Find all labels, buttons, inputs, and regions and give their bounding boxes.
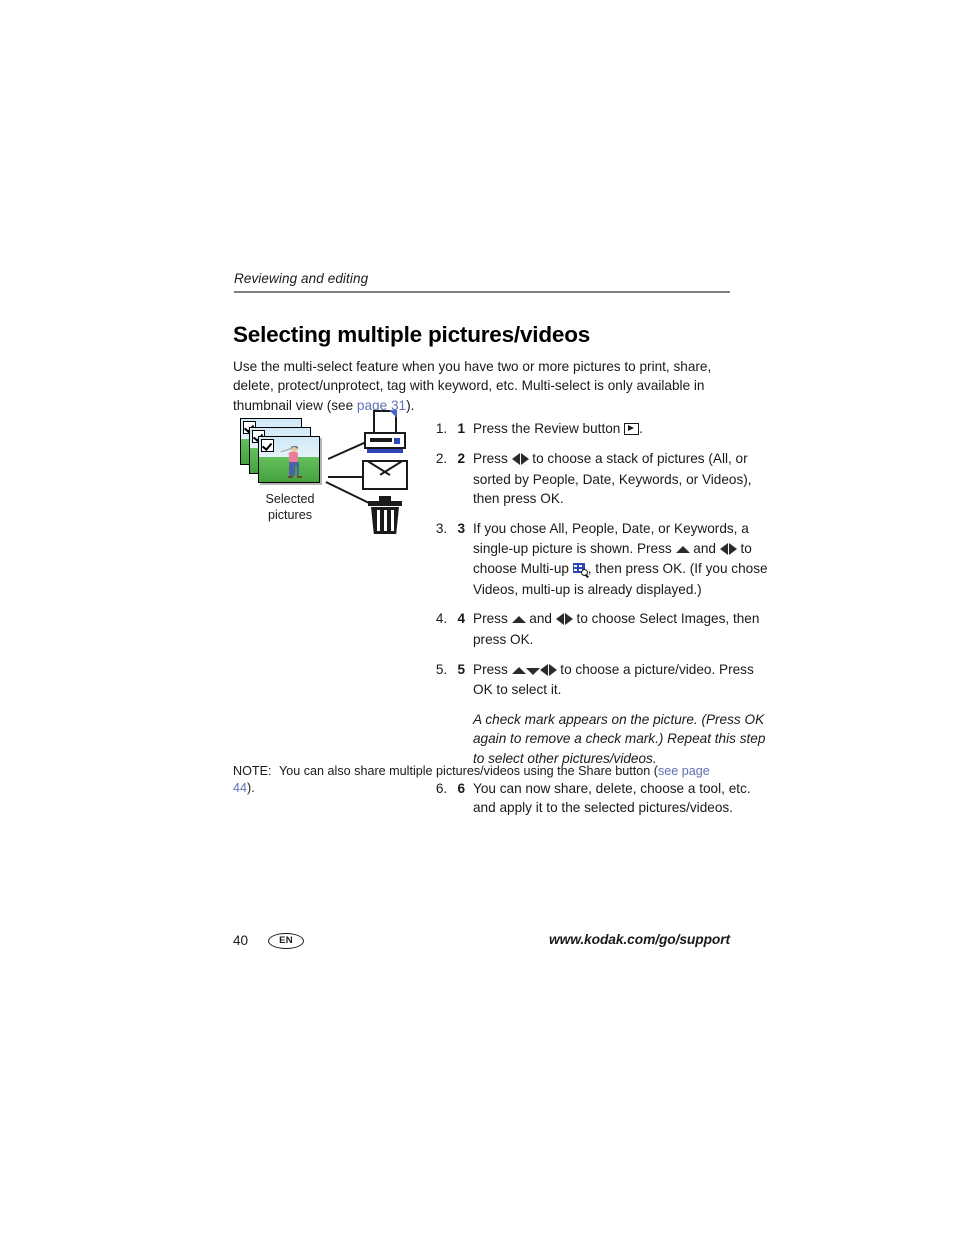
intro-paragraph: Use the multi-select feature when you ha… — [233, 357, 729, 416]
up-arrow-icon — [511, 666, 526, 674]
step-number: 1 — [457, 420, 465, 436]
golfer-figure — [281, 445, 305, 479]
step-text: Press to choose a stack of pictures (All… — [473, 450, 752, 507]
printer-body — [364, 432, 406, 449]
step-note: A check mark appears on the picture. (Pr… — [473, 711, 766, 766]
language-badge: EN — [268, 933, 304, 949]
printer-base — [367, 449, 403, 453]
checkmark-icon — [261, 439, 274, 452]
step-text: Press and to choose Select Images, then … — [473, 610, 760, 647]
right-arrow-icon — [520, 453, 529, 466]
trash-rib — [377, 510, 380, 531]
right-arrow-icon — [564, 613, 573, 626]
step-number: 3 — [457, 520, 465, 536]
golfer-shoe-right — [297, 475, 303, 479]
envelope-flap-right — [379, 462, 406, 476]
up-arrow-icon — [511, 610, 526, 630]
right-arrow-icon — [728, 542, 737, 555]
up-arrow-icon — [675, 540, 690, 560]
step-item: 4 Press and to choose Select Images, then… — [451, 609, 771, 649]
figure-caption: Selected pictures — [265, 492, 315, 522]
left-arrow-icon — [539, 663, 548, 676]
multi-up-icon — [572, 560, 588, 580]
review-button-icon — [624, 420, 640, 440]
destination-icons — [358, 410, 412, 534]
step-item: 2 Press to choose a stack of pictures (Al… — [451, 449, 771, 509]
golfer-legs — [289, 461, 299, 477]
step-item: 5 Press to choose a picture/video. Press … — [451, 660, 771, 769]
note-label: NOTE: — [233, 764, 272, 778]
down-arrow-icon — [525, 667, 540, 675]
trash-icon — [368, 496, 402, 534]
step-number: 2 — [457, 451, 465, 467]
step-number: 4 — [457, 611, 465, 627]
note-text-before: You can also share multiple pictures/vid… — [279, 764, 658, 778]
note-text-after: ). — [247, 781, 255, 795]
step-number: 5 — [457, 661, 465, 677]
intro-text-before: Use the multi-select feature when you ha… — [233, 358, 712, 413]
step-text: Press to choose a picture/video. Press O… — [473, 661, 754, 698]
left-right-arrows-icon — [511, 450, 529, 470]
golfer-torso — [289, 452, 299, 463]
left-arrow-icon — [555, 613, 564, 626]
support-url: www.kodak.com/go/support — [548, 932, 730, 947]
page-footer: 40 EN www.kodak.com/go/support — [233, 931, 730, 955]
trash-rib — [384, 510, 387, 531]
printer-led — [394, 438, 400, 444]
step-item: 3 If you chose All, People, Date, or Keyw… — [451, 519, 771, 599]
trash-rib — [391, 510, 394, 531]
up-down-arrows-icon — [511, 661, 540, 681]
printer-paper — [373, 410, 397, 434]
trash-lid — [368, 501, 402, 506]
left-right-arrows-icon — [539, 661, 557, 681]
left-right-arrows-icon — [555, 610, 573, 630]
photo-thumbnail — [258, 436, 320, 483]
page-number: 40 — [233, 933, 249, 948]
envelope-flap-left — [364, 462, 391, 476]
manual-page: Reviewing and editing Selecting multiple… — [0, 0, 954, 1235]
left-arrow-icon — [719, 542, 728, 555]
step-text: If you chose All, People, Date, or Keywo… — [473, 520, 768, 597]
envelope-icon — [362, 460, 408, 490]
running-head: Reviewing and editing — [234, 271, 369, 286]
printer-slot — [370, 438, 392, 442]
header-rule — [234, 291, 730, 293]
left-arrow-icon — [511, 453, 520, 466]
page-title: Selecting multiple pictures/videos — [233, 322, 591, 348]
photo-stack — [240, 418, 326, 488]
left-right-arrows-icon — [719, 540, 737, 560]
printer-icon — [364, 410, 406, 458]
note-line: NOTE: You can also share multiple picture… — [233, 763, 733, 797]
step-text: Press the Review button . — [473, 421, 643, 436]
right-arrow-icon — [548, 663, 557, 676]
step-item: 1 Press the Review button . — [451, 419, 771, 440]
golfer-shoe-left — [288, 475, 294, 479]
selected-pictures-figure: Selected pictures — [240, 410, 408, 534]
